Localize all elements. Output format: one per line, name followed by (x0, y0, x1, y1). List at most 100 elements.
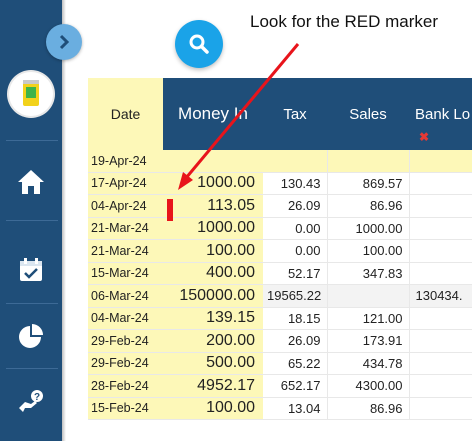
cell-money-in: 1000.00 (163, 217, 263, 240)
red-marker (167, 199, 173, 221)
cell-sales: 1000.00 (327, 217, 410, 240)
avatar-icon (23, 80, 39, 106)
cell-bank (409, 239, 472, 263)
column-header-sales[interactable]: Sales (327, 78, 409, 150)
sidebar: ? (0, 0, 62, 441)
cell-sales: 869.57 (327, 172, 410, 195)
cell-tax: 26.09 (263, 194, 328, 218)
table-row[interactable]: 15-Feb-24 100.00 13.04 86.96 (88, 397, 472, 420)
chevron-right-icon (59, 34, 70, 50)
column-header-tax[interactable]: Tax (263, 78, 327, 150)
cell-bank (409, 374, 472, 398)
cell-date: 29-Feb-24 (88, 329, 163, 353)
cell-date: 04-Mar-24 (88, 307, 163, 330)
table-row[interactable]: 21-Mar-24 100.00 0.00 100.00 (88, 239, 472, 263)
cell-date: 19-Apr-24 (88, 150, 163, 173)
cell-date: 15-Mar-24 (88, 262, 163, 285)
search-icon (189, 34, 209, 54)
cell-money-in: 1000.00 (163, 172, 263, 195)
cell-money-in: 100.00 (163, 397, 263, 420)
table-row[interactable]: 17-Apr-24 1000.00 130.43 869.57 (88, 172, 472, 195)
cell-bank (409, 217, 472, 240)
cell-bank (409, 172, 472, 195)
table-row[interactable]: 29-Feb-24 200.00 26.09 173.91 (88, 329, 472, 353)
cell-sales: 86.96 (327, 194, 410, 218)
cell-date: 15-Feb-24 (88, 397, 163, 420)
column-header-money-in[interactable]: Money In (163, 78, 263, 150)
column-header-date[interactable]: Date (88, 78, 163, 150)
table-row[interactable]: 19-Apr-24 (88, 150, 472, 173)
cell-money-in: 139.15 (163, 307, 263, 330)
column-header-bank-label: Bank Lo (415, 105, 471, 123)
cell-bank (409, 262, 472, 285)
home-icon (18, 170, 44, 194)
table-row[interactable]: 06-Mar-24 150000.00 19565.22 130434. (88, 284, 472, 308)
cell-date: 06-Mar-24 (88, 284, 163, 308)
cell-sales (327, 150, 410, 173)
cell-bank: 130434. (409, 284, 472, 308)
cell-bank (409, 150, 472, 173)
cell-bank (409, 329, 472, 353)
cell-tax: 13.04 (263, 397, 328, 420)
cell-money-in: 400.00 (163, 262, 263, 285)
hand-question-icon: ? (19, 390, 43, 412)
sidebar-item-reports[interactable] (0, 314, 62, 358)
cell-money-in: 200.00 (163, 329, 263, 353)
annotation-text: Look for the RED marker (250, 12, 439, 31)
cell-date: 29-Feb-24 (88, 352, 163, 375)
cell-money-in: 500.00 (163, 352, 263, 375)
cell-tax: 52.17 (263, 262, 328, 285)
cell-tax (263, 150, 328, 173)
cell-money-in: 113.05 (163, 194, 263, 218)
cell-sales: 86.96 (327, 397, 410, 420)
pie-chart-icon (19, 324, 43, 348)
table-row[interactable]: 04-Apr-24 113.05 26.09 86.96 (88, 194, 472, 218)
cell-bank (409, 352, 472, 375)
cell-sales: 434.78 (327, 352, 410, 375)
column-header-bank[interactable]: Bank Lo ✖ (409, 78, 472, 150)
cell-sales: 121.00 (327, 307, 410, 330)
cell-bank (409, 307, 472, 330)
cell-tax: 19565.22 (263, 284, 328, 308)
sidebar-shadow (62, 0, 66, 441)
collapse-sidebar-button[interactable] (46, 24, 82, 60)
cell-tax: 65.22 (263, 352, 328, 375)
cell-tax: 652.17 (263, 374, 328, 398)
cell-sales: 100.00 (327, 239, 410, 263)
cell-money-in: 100.00 (163, 239, 263, 263)
sidebar-divider (6, 368, 58, 369)
sidebar-divider (6, 140, 58, 141)
sidebar-item-calendar[interactable] (0, 248, 62, 292)
table-row[interactable]: 29-Feb-24 500.00 65.22 434.78 (88, 352, 472, 375)
cell-date: 21-Mar-24 (88, 239, 163, 263)
sidebar-item-help[interactable]: ? (0, 380, 62, 424)
avatar[interactable] (9, 72, 53, 116)
cell-bank (409, 397, 472, 420)
cell-tax: 0.00 (263, 217, 328, 240)
cell-tax: 18.15 (263, 307, 328, 330)
cell-date: 28-Feb-24 (88, 374, 163, 398)
cell-date: 21-Mar-24 (88, 217, 163, 240)
cell-money-in: 150000.00 (163, 284, 263, 308)
cell-date: 17-Apr-24 (88, 172, 163, 195)
sidebar-divider (6, 303, 58, 304)
sidebar-divider (6, 220, 58, 221)
sidebar-item-home[interactable] (0, 160, 62, 204)
cell-sales: 347.83 (327, 262, 410, 285)
table-row[interactable]: 04-Mar-24 139.15 18.15 121.00 (88, 307, 472, 330)
calendar-check-icon (20, 258, 42, 281)
table-row[interactable]: 15-Mar-24 400.00 52.17 347.83 (88, 262, 472, 285)
cell-sales: 4300.00 (327, 374, 410, 398)
table-row[interactable]: 28-Feb-24 4952.17 652.17 4300.00 (88, 374, 472, 398)
cell-sales: 173.91 (327, 329, 410, 353)
cell-tax: 0.00 (263, 239, 328, 263)
delete-column-icon[interactable]: ✖ (419, 130, 429, 144)
transactions-table: Date Money In Tax Sales Bank Lo ✖ 19-Apr… (88, 78, 472, 441)
cell-sales (327, 284, 410, 308)
cell-money-in (163, 150, 263, 173)
svg-text:?: ? (34, 392, 40, 403)
cell-money-in: 4952.17 (163, 374, 263, 398)
table-row[interactable]: 21-Mar-24 1000.00 0.00 1000.00 (88, 217, 472, 240)
cell-tax: 26.09 (263, 329, 328, 353)
search-button[interactable] (175, 20, 223, 68)
